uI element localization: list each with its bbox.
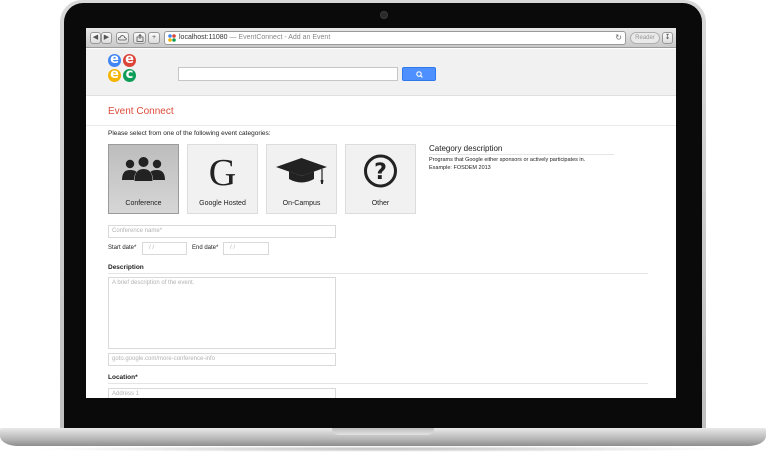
- category-label-other: Other: [371, 200, 390, 207]
- logo-letter-2: e: [123, 53, 136, 67]
- cloud-button[interactable]: [116, 32, 129, 44]
- category-description-text: Programs that Google either sponsors or …: [429, 156, 629, 172]
- description-heading: Description: [108, 264, 144, 271]
- category-description-divider: [429, 154, 614, 155]
- question-mark-icon: ?: [364, 154, 397, 188]
- search-button[interactable]: [402, 67, 436, 81]
- app-header: e e e c: [86, 49, 676, 96]
- address-separator: —: [227, 34, 239, 41]
- end-date-input[interactable]: / /: [223, 242, 269, 255]
- browser-window: ◀ ▶ + localhost:11080 — EventConnect - A…: [86, 28, 676, 398]
- address-1-input[interactable]: Address 1: [108, 388, 336, 398]
- share-icon: [136, 33, 143, 42]
- reader-button[interactable]: Reader: [630, 32, 660, 44]
- address-url: localhost:11080: [179, 34, 228, 41]
- conference-name-input[interactable]: Conference name*: [108, 225, 336, 238]
- category-label-conference: Conference: [125, 200, 162, 207]
- address-bar[interactable]: localhost:11080 — EventConnect - Add an …: [164, 31, 626, 45]
- category-tile-other[interactable]: ? Other: [345, 144, 416, 214]
- location-heading: Location*: [108, 374, 138, 381]
- more-info-url-input[interactable]: goto.google.com/more-conference-info: [108, 353, 336, 366]
- description-textarea[interactable]: A brief description of the event.: [108, 277, 336, 349]
- category-description-title: Category description: [429, 144, 503, 153]
- laptop-shadow: [30, 446, 736, 452]
- logo-letter-1: e: [108, 53, 121, 67]
- location-divider: [108, 383, 648, 384]
- category-description-line-2: Example: FOSDEM 2013: [429, 165, 491, 171]
- reload-icon[interactable]: ↻: [615, 32, 622, 44]
- google-g-icon: G: [209, 153, 236, 191]
- logo-letter-3: e: [108, 68, 121, 82]
- category-tile-on-campus[interactable]: On-Campus: [266, 144, 337, 214]
- cloud-icon: [118, 35, 127, 41]
- category-tile-conference[interactable]: Conference: [108, 144, 179, 214]
- category-description-line-1: Programs that Google either sponsors or …: [429, 157, 586, 163]
- svg-text:?: ?: [374, 160, 387, 185]
- start-date-input[interactable]: / /: [142, 242, 187, 255]
- search-icon: [416, 71, 423, 78]
- search-input[interactable]: [178, 67, 398, 81]
- description-divider: [108, 273, 648, 274]
- end-date-label: End date*: [192, 245, 219, 251]
- forward-button[interactable]: ▶: [101, 32, 112, 44]
- browser-toolbar: ◀ ▶ + localhost:11080 — EventConnect - A…: [86, 28, 676, 48]
- laptop-opening-notch: [332, 428, 434, 435]
- favicon-icon: [168, 34, 176, 42]
- graduation-cap-icon: [276, 158, 327, 184]
- category-label-google-hosted: Google Hosted: [199, 200, 246, 207]
- downloads-button[interactable]: ↧: [662, 32, 673, 44]
- people-icon: [122, 157, 165, 181]
- title-divider: [86, 125, 676, 126]
- category-prompt: Please select from one of the following …: [108, 130, 271, 137]
- back-button[interactable]: ◀: [90, 32, 101, 44]
- category-label-on-campus: On-Campus: [282, 200, 321, 207]
- eventconnect-logo[interactable]: e e e c: [108, 53, 138, 84]
- logo-letter-4: c: [123, 68, 136, 82]
- start-date-label: Start date*: [108, 245, 137, 251]
- download-icon: ↧: [664, 34, 671, 41]
- svg-text:G: G: [209, 153, 236, 191]
- new-tab-button[interactable]: +: [148, 32, 160, 44]
- address-page-title: EventConnect - Add an Event: [238, 34, 331, 41]
- category-tile-google-hosted[interactable]: G Google Hosted: [187, 144, 258, 214]
- webcam: [380, 11, 388, 19]
- share-button[interactable]: [133, 32, 146, 44]
- page-title: Event Connect: [108, 106, 174, 117]
